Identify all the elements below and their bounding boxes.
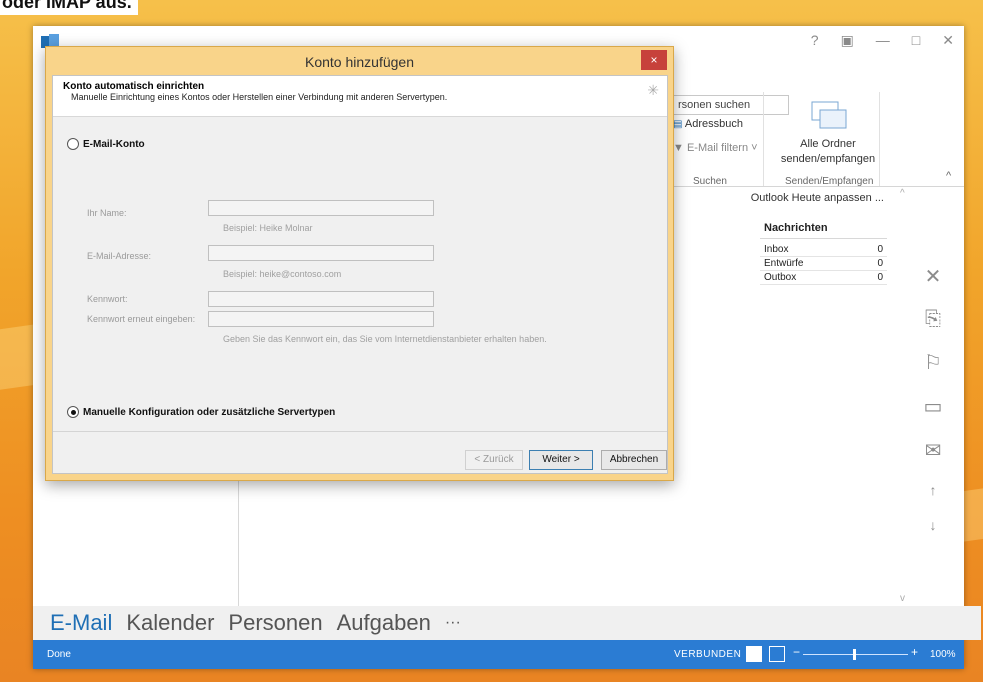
- password-label: Kennwort:: [87, 294, 128, 304]
- name-input[interactable]: [208, 200, 434, 216]
- messages-title: Nachrichten: [760, 218, 887, 239]
- address-book-icon: ▤: [673, 119, 683, 130]
- radio-icon: [67, 138, 79, 150]
- zoom-out-icon[interactable]: −: [793, 645, 800, 659]
- email-input[interactable]: [208, 245, 434, 261]
- group-label-send-receive: Senden/Empfangen: [785, 176, 874, 187]
- customize-today-link[interactable]: Outlook Heute anpassen ...: [751, 192, 884, 204]
- email-hint: Beispiel: heike@contoso.com: [223, 269, 342, 279]
- dialog-header-title: Konto automatisch einrichten: [63, 81, 205, 92]
- flag-icon[interactable]: ⚐: [924, 350, 942, 375]
- zoom-in-icon[interactable]: +: [911, 645, 918, 659]
- mark-read-icon[interactable]: ✉: [925, 438, 942, 463]
- close-window-icon[interactable]: ✕: [942, 32, 954, 49]
- zoom-level[interactable]: 100%: [930, 649, 956, 660]
- send-receive-all-button[interactable]: Alle Ordner senden/empfangen: [778, 96, 878, 167]
- arrow-up-icon[interactable]: ↑: [930, 482, 937, 498]
- bottom-navigation: E-Mail Kalender Personen Aufgaben ···: [33, 606, 981, 640]
- ribbon-separator: [763, 92, 764, 186]
- password-hint: Geben Sie das Kennwort ein, das Sie vom …: [223, 334, 547, 344]
- search-people-field[interactable]: rsonen suchen: [673, 95, 789, 115]
- page-caption: oder IMAP aus.: [0, 0, 138, 15]
- collapse-ribbon-icon[interactable]: ^: [946, 170, 951, 182]
- ribbon-display-icon[interactable]: ▣: [841, 32, 854, 49]
- name-hint: Beispiel: Heike Molnar: [223, 223, 313, 233]
- password-input[interactable]: [208, 291, 434, 307]
- delete-icon[interactable]: ✕: [925, 264, 942, 289]
- vertical-scrollbar[interactable]: ^ v: [899, 186, 913, 606]
- email-account-radio[interactable]: E-Mail-Konto: [67, 138, 145, 150]
- connection-status: VERBUNDEN: [674, 649, 742, 660]
- move-icon[interactable]: ⎘: [925, 308, 941, 331]
- dialog-close-button[interactable]: ×: [641, 50, 667, 70]
- nav-tasks[interactable]: Aufgaben: [337, 610, 431, 636]
- quick-actions: ✕ ⎘ ⚐ ▭ ✉ ↑ ↓: [913, 264, 953, 533]
- minimize-icon[interactable]: —: [876, 32, 890, 49]
- list-item[interactable]: Inbox 0: [760, 243, 887, 257]
- nav-mail[interactable]: E-Mail: [50, 610, 112, 636]
- list-item[interactable]: Entwürfe 0: [760, 257, 887, 271]
- scroll-up-icon[interactable]: ^: [900, 188, 905, 199]
- next-button[interactable]: Weiter >: [529, 450, 593, 470]
- help-icon[interactable]: ?: [811, 32, 819, 49]
- nav-calendar[interactable]: Kalender: [126, 610, 214, 636]
- maximize-icon[interactable]: □: [912, 32, 920, 49]
- messages-panel: Nachrichten Inbox 0 Entwürfe 0 Outbox 0: [760, 218, 887, 285]
- back-button[interactable]: < Zurück: [465, 450, 523, 470]
- nav-more[interactable]: ···: [445, 614, 461, 632]
- scroll-down-icon[interactable]: v: [900, 593, 905, 604]
- wizard-icon: ✳: [647, 82, 659, 98]
- manual-config-radio[interactable]: Manuelle Konfiguration oder zusätzliche …: [67, 406, 335, 418]
- address-book-button[interactable]: ▤ Adressbuch: [673, 118, 743, 130]
- password-repeat-label: Kennwort erneut eingeben:: [87, 314, 196, 324]
- normal-view-icon[interactable]: [746, 646, 762, 662]
- dialog-header: Konto automatisch einrichten Manuelle Ei…: [53, 76, 667, 117]
- add-account-dialog: Konto hinzufügen × Konto automatisch ein…: [45, 46, 674, 481]
- radio-selected-icon: [67, 406, 79, 418]
- nav-people[interactable]: Personen: [228, 610, 322, 636]
- filter-icon: ▼: [673, 142, 684, 154]
- status-text: Done: [47, 649, 71, 660]
- name-label: Ihr Name:: [87, 208, 127, 218]
- reading-view-icon[interactable]: [769, 646, 785, 662]
- dialog-footer: < Zurück Weiter > Abbrechen: [53, 431, 667, 474]
- dialog-title: Konto hinzufügen: [305, 54, 414, 70]
- group-label-search: Suchen: [693, 176, 727, 187]
- filter-mail-button[interactable]: ▼ E-Mail filtern ˅: [673, 142, 758, 154]
- dialog-header-subtitle: Manuelle Einrichtung eines Kontos oder H…: [71, 92, 448, 102]
- cancel-button[interactable]: Abbrechen: [601, 450, 667, 470]
- password-repeat-input[interactable]: [208, 311, 434, 327]
- list-item[interactable]: Outbox 0: [760, 271, 887, 285]
- ribbon-separator: [879, 92, 880, 186]
- email-label: E-Mail-Adresse:: [87, 251, 152, 261]
- zoom-slider-thumb[interactable]: [853, 649, 856, 660]
- send-receive-icon: [811, 101, 847, 129]
- status-bar: Done VERBUNDEN − + 100%: [33, 640, 964, 669]
- dialog-body: Konto automatisch einrichten Manuelle Ei…: [52, 75, 668, 474]
- archive-icon[interactable]: ▭: [924, 394, 943, 419]
- arrow-down-icon[interactable]: ↓: [930, 517, 937, 533]
